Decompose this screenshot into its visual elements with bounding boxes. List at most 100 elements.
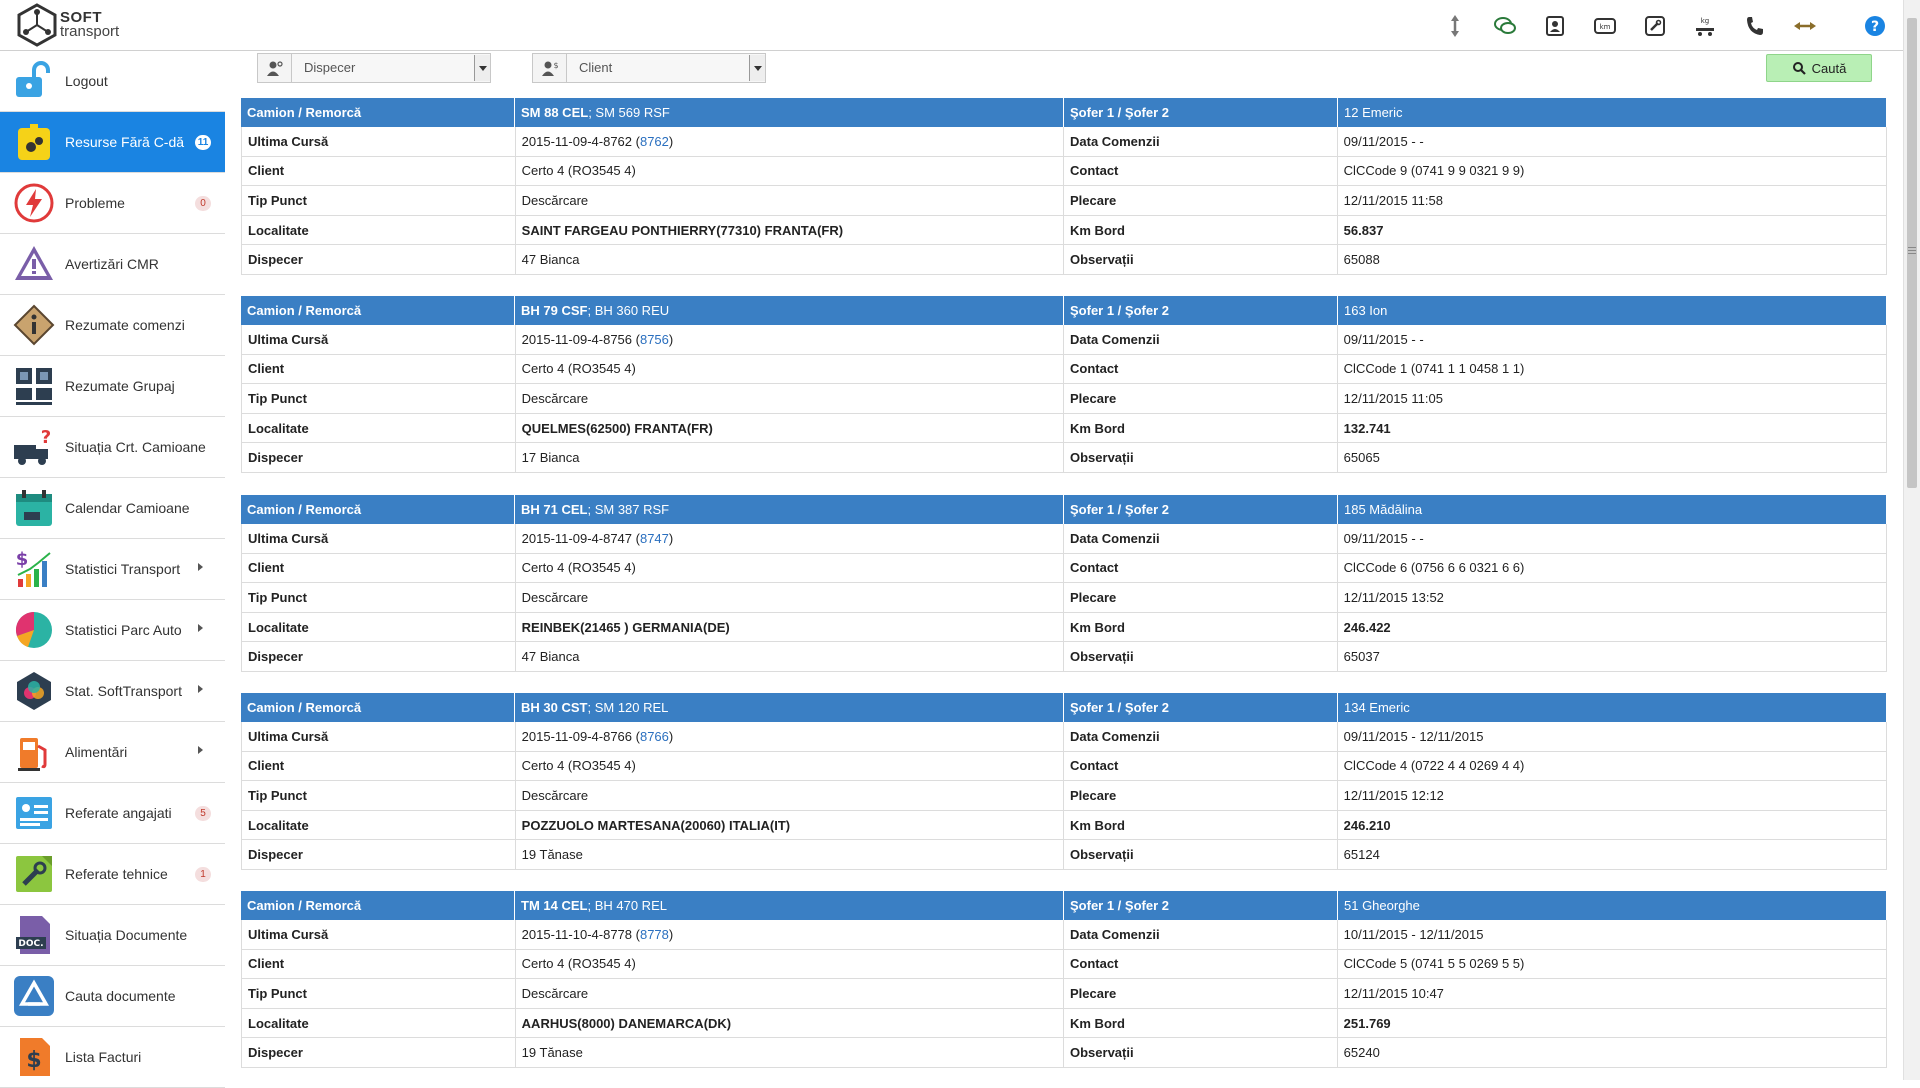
table-row: Ultima Cursă 2015-11-10-4-8778 (8778) Data…: [241, 920, 1887, 950]
truck-trailer[interactable]: BH 30 CST; SM 120 REL: [515, 693, 1064, 722]
dispecer-select[interactable]: Dispecer: [291, 53, 491, 83]
chevron-right-icon: [198, 624, 203, 632]
client-label: Client: [242, 751, 516, 781]
sidebar-item-label: Rezumate Grupaj: [65, 378, 175, 394]
km-icon[interactable]: km: [1590, 12, 1620, 40]
sofer-label: Şofer 1 / Şofer 2: [1064, 693, 1338, 722]
table-row: Dispecer 47 Bianca Observații 65088: [241, 245, 1887, 275]
sidebar-item-statistici-transport[interactable]: $ Statistici Transport: [0, 539, 225, 600]
tip-punct-value: Descărcare: [516, 186, 1064, 215]
truck-trailer[interactable]: BH 79 CSF; BH 360 REU: [515, 296, 1064, 325]
sidebar-item-cauta-documente[interactable]: Cauta documente: [0, 966, 225, 1027]
sidebar-item-logout[interactable]: Logout: [0, 51, 225, 112]
tip-punct-label: Tip Punct: [242, 384, 516, 413]
truck-trailer[interactable]: BH 71 CEL; SM 387 RSF: [515, 495, 1064, 524]
resize-horizontal-icon[interactable]: [1790, 12, 1820, 40]
data-comenzii-label: Data Comenzii: [1064, 127, 1338, 156]
table-row: Ultima Cursă 2015-11-09-4-8766 (8766) Data…: [241, 722, 1887, 752]
cursa-link[interactable]: 8747: [640, 531, 669, 546]
client-filter: $ Client: [532, 53, 766, 83]
truck-trailer[interactable]: SM 88 CEL; SM 569 RSF: [515, 98, 1064, 127]
data-comenzii-label: Data Comenzii: [1064, 524, 1338, 553]
cursa-link[interactable]: 8778: [640, 927, 669, 942]
sofer-label: Şofer 1 / Şofer 2: [1064, 98, 1338, 127]
table-row: Localitate AARHUS(8000) DANEMARCA(DK) Km B…: [241, 1008, 1887, 1039]
svg-text:?: ?: [41, 427, 51, 448]
weight-kg-icon[interactable]: kg: [1690, 12, 1720, 40]
dispecer-label: Dispecer: [242, 1038, 516, 1067]
km-bord-label: Km Bord: [1064, 810, 1338, 840]
dispecer-value: 17 Bianca: [516, 443, 1064, 472]
dispatcher-user-icon: [257, 53, 291, 83]
sidebar-item-label: Lista Facturi: [65, 1049, 142, 1065]
sidebar-item-situatia-camioane[interactable]: ? Situația Crt. Camioane: [0, 417, 225, 478]
chevron-down-icon[interactable]: [474, 55, 490, 81]
table-row: Localitate REINBEK(21465 ) GERMANIA(DE) Km…: [241, 612, 1887, 643]
sidebar-item-probleme[interactable]: Probleme 0: [0, 173, 225, 234]
sidebar-item-rezumate-comenzi[interactable]: Rezumate comenzi: [0, 295, 225, 356]
search-button[interactable]: Caută: [1766, 54, 1872, 82]
sidebar-item-lista-facturi[interactable]: $ Lista Facturi: [0, 1027, 225, 1088]
driver-name: 51 Gheorghe: [1338, 891, 1887, 920]
svg-text:?: ?: [1871, 19, 1879, 35]
sidebar-item-avertizari[interactable]: Avertizări CMR: [0, 234, 225, 295]
contact-card-icon[interactable]: [1540, 12, 1570, 40]
table-row: Tip Punct Descărcare Plecare 12/11/2015 10:…: [241, 979, 1887, 1009]
record-header-row: Camion / Remorcă SM 88 CEL; SM 569 RSF Şof…: [241, 98, 1887, 127]
localitate-label: Localitate: [242, 810, 516, 840]
sidebar-item-situatia-documente[interactable]: DOC. Situația Documente: [0, 905, 225, 966]
localitate-label: Localitate: [242, 1008, 516, 1038]
sidebar-item-resurse[interactable]: Resurse Fără C-dă 11: [0, 112, 225, 173]
ultima-label: Ultima Cursă: [242, 524, 516, 553]
app-logo[interactable]: SOFT transport: [16, 3, 136, 47]
help-icon[interactable]: ?: [1860, 12, 1890, 40]
record-table: Camion / Remorcă BH 71 CEL; SM 387 RSF Şof…: [241, 495, 1887, 672]
chevron-right-icon: [198, 563, 203, 571]
observatii-label: Observații: [1064, 443, 1338, 472]
client-label: Client: [242, 949, 516, 979]
chat-icon[interactable]: [1490, 12, 1520, 40]
km-bord-value: 132.741: [1343, 420, 1391, 436]
resize-vertical-icon[interactable]: [1440, 12, 1470, 40]
data-comenzii-label: Data Comenzii: [1064, 722, 1338, 751]
data-comenzii-value: 09/11/2015 - 12/11/2015: [1343, 728, 1484, 744]
ultima-cursa-value: 2015-11-09-4-8762 (8762): [516, 127, 1064, 156]
sidebar-item-statistici-parc[interactable]: Statistici Parc Auto: [0, 600, 225, 661]
table-row: Tip Punct Descărcare Plecare 12/11/2015 11:…: [241, 186, 1887, 216]
dispecer-filter: Dispecer: [257, 53, 491, 83]
sidebar-item-referate-angajati[interactable]: Referate angajati 5: [0, 783, 225, 844]
km-bord-label: Km Bord: [1064, 1008, 1338, 1038]
fuel-icon: [12, 730, 56, 774]
sidebar-item-label: Alimentări: [65, 744, 128, 760]
ultima-label: Ultima Cursă: [242, 920, 516, 949]
table-row: Dispecer 17 Bianca Observații 65065: [241, 443, 1887, 473]
logo-hexagon-icon: [17, 3, 57, 47]
record-header-row: Camion / Remorcă BH 79 CSF; BH 360 REU Şof…: [241, 296, 1887, 325]
client-select[interactable]: Client: [566, 53, 766, 83]
sidebar-item-referate-tehnice[interactable]: Referate tehnice 1: [0, 844, 225, 905]
sidebar-item-rezumate-grupaj[interactable]: Rezumate Grupaj: [0, 356, 225, 417]
sidebar-item-stat-softtransport[interactable]: Stat. SoftTransport: [0, 661, 225, 722]
scrollbar-thumb[interactable]: [1907, 18, 1917, 488]
cursa-link[interactable]: 8766: [640, 729, 669, 744]
table-row: Client Certo 4 (RO3545 4) Contact ClCCode 6…: [241, 553, 1887, 584]
wrench-icon[interactable]: [1640, 12, 1670, 40]
client-value: Certo 4 (RO3545 4): [516, 751, 1064, 781]
data-comenzii-value: 09/11/2015 - -: [1343, 331, 1424, 347]
km-bord-value: 246.422: [1343, 619, 1391, 635]
client-value: Certo 4 (RO3545 4): [516, 354, 1064, 384]
chevron-down-icon[interactable]: [749, 55, 765, 81]
cursa-link[interactable]: 8762: [640, 134, 669, 149]
logo-transport-text: transport: [60, 23, 120, 40]
contact-label: Contact: [1064, 354, 1338, 384]
sidebar-item-alimentari[interactable]: Alimentări: [0, 722, 225, 783]
cursa-link[interactable]: 8756: [640, 332, 669, 347]
truck-trailer[interactable]: TM 14 CEL; BH 470 REL: [515, 891, 1064, 920]
page-scrollbar[interactable]: [1903, 0, 1920, 1080]
phone-icon[interactable]: [1740, 12, 1770, 40]
sidebar-item-calendar[interactable]: Calendar Camioane: [0, 478, 225, 539]
sidebar-item-label: Logout: [65, 73, 108, 89]
count-badge: 5: [195, 806, 211, 821]
km-bord-label: Km Bord: [1064, 413, 1338, 443]
camion-label: Camion / Remorcă: [241, 98, 515, 127]
